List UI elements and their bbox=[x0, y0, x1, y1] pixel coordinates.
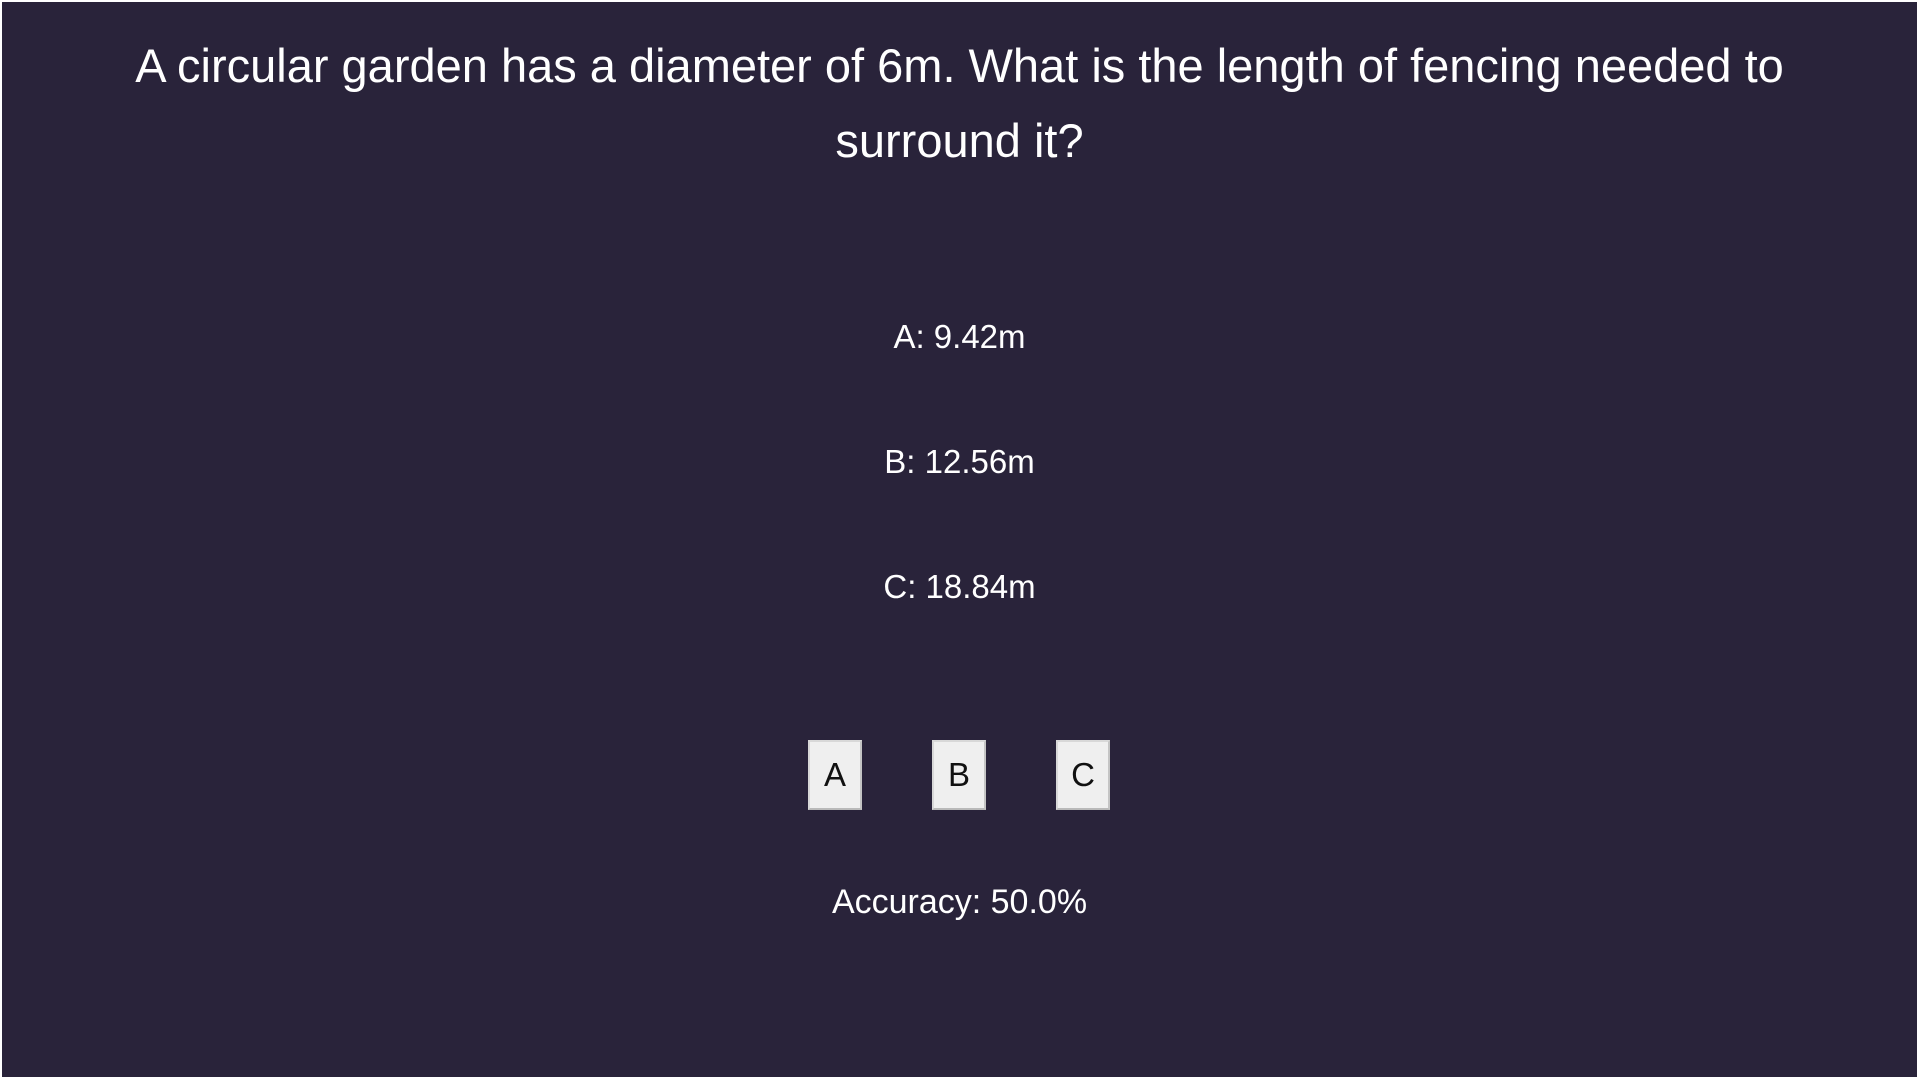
quiz-screen: A circular garden has a diameter of 6m. … bbox=[2, 2, 1917, 1077]
option-c-text: C: 18.84m bbox=[883, 568, 1036, 605]
answer-c-button[interactable]: C bbox=[1056, 740, 1110, 810]
accuracy-status: Accuracy: 50.0% bbox=[831, 883, 1088, 921]
option-b-text: B: 12.56m bbox=[884, 443, 1035, 480]
answer-b-button[interactable]: B bbox=[932, 740, 986, 810]
option-a-text: A: 9.42m bbox=[893, 318, 1026, 355]
question-text: A circular garden has a diameter of 6m. … bbox=[135, 39, 1784, 167]
answer-a-button[interactable]: A bbox=[808, 740, 862, 810]
